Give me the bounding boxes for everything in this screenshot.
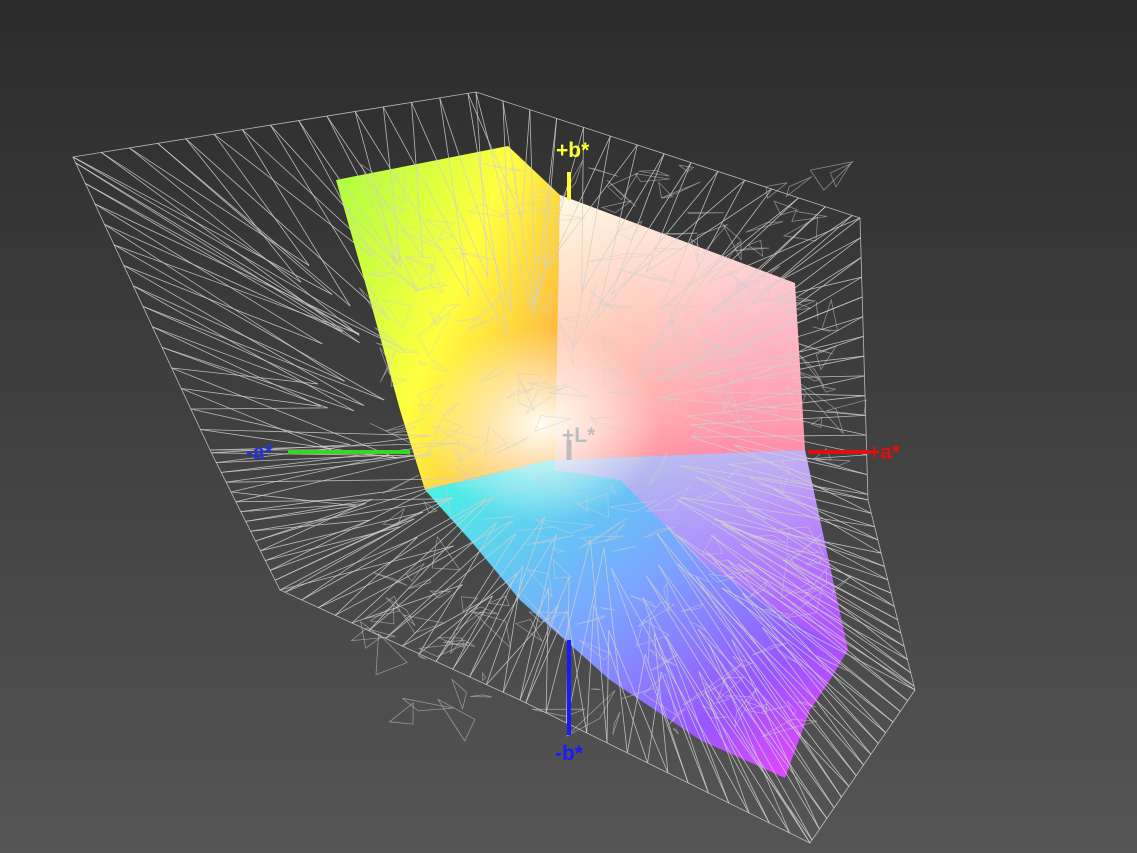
wireframe-edge xyxy=(157,142,333,295)
wireframe-edge xyxy=(385,520,513,639)
wireframe-triangle xyxy=(815,301,819,320)
wireframe-edge xyxy=(245,505,357,522)
wireframe-triangle xyxy=(672,728,679,735)
wireframe-edge xyxy=(104,224,343,332)
wireframe-triangle xyxy=(791,211,828,222)
wireframe-triangle xyxy=(559,159,584,203)
wireframe-triangle xyxy=(661,181,701,199)
wireframe-triangle xyxy=(745,221,784,233)
wireframe-edge xyxy=(230,491,357,507)
wireframe-edge xyxy=(190,407,328,410)
wireframe-triangle xyxy=(821,298,839,332)
wireframe-triangle xyxy=(382,507,406,526)
plus-a-axis-label: +a* xyxy=(868,441,901,464)
minus-b-axis-label: -b* xyxy=(555,742,584,765)
wireframe-triangle xyxy=(810,416,823,428)
wireframe-triangle xyxy=(612,711,621,735)
wireframe-triangle xyxy=(634,173,670,182)
wireframe-triangle xyxy=(785,176,813,198)
wireframe-triangle xyxy=(722,223,742,261)
wireframe-triangle xyxy=(431,535,461,571)
plus-l-axis-label: +L* xyxy=(562,424,596,447)
wireframe-triangle xyxy=(655,232,698,235)
wireframe-triangle xyxy=(531,708,586,717)
wireframe-edge xyxy=(85,183,360,344)
wireframe-edge xyxy=(335,520,513,616)
wireframe-triangle xyxy=(482,671,487,682)
wireframe-triangle xyxy=(385,597,416,627)
wireframe-edge xyxy=(133,285,354,412)
wireframe-edge xyxy=(270,518,415,571)
wireframe-triangle xyxy=(364,595,401,620)
wireframe-triangle xyxy=(733,247,770,252)
wireframe-edge xyxy=(85,183,360,335)
gamut-white-point-glow xyxy=(385,280,725,560)
wireframe-edge xyxy=(133,285,345,382)
wireframe-triangle xyxy=(451,678,467,711)
wireframe-edge xyxy=(255,483,442,542)
wireframe-triangle xyxy=(600,200,632,214)
wireframe-triangle xyxy=(388,701,414,725)
minus-a-axis-label: -a* xyxy=(246,441,274,464)
wireframe-triangle xyxy=(402,697,454,712)
wireframe-triangle xyxy=(375,632,408,676)
wireframe-triangle xyxy=(686,212,724,214)
wireframe-triangle xyxy=(350,628,396,642)
wireframe-triangle xyxy=(821,386,836,393)
wireframe-triangle xyxy=(590,688,601,691)
wireframe-triangle xyxy=(437,698,476,742)
wireframe-triangle xyxy=(678,164,695,173)
wireframe-triangle xyxy=(469,694,493,698)
wireframe-edge xyxy=(185,138,302,283)
gamut-3d-viewport[interactable]: +b* -b* +a* -a* +L* xyxy=(0,0,1137,853)
wireframe-edge xyxy=(190,408,351,445)
wireframe-edge xyxy=(152,326,365,406)
wireframe-edge xyxy=(418,522,498,655)
wireframe-edge xyxy=(171,367,398,459)
wireframe-edge xyxy=(351,584,463,624)
wireframe-edge xyxy=(72,156,333,295)
wireframe-triangle xyxy=(797,353,825,387)
wireframe-edge xyxy=(279,526,401,591)
plus-b-axis-label: +b* xyxy=(556,139,590,162)
wireframe-edge xyxy=(100,152,302,283)
wireframe-edge xyxy=(75,162,360,336)
